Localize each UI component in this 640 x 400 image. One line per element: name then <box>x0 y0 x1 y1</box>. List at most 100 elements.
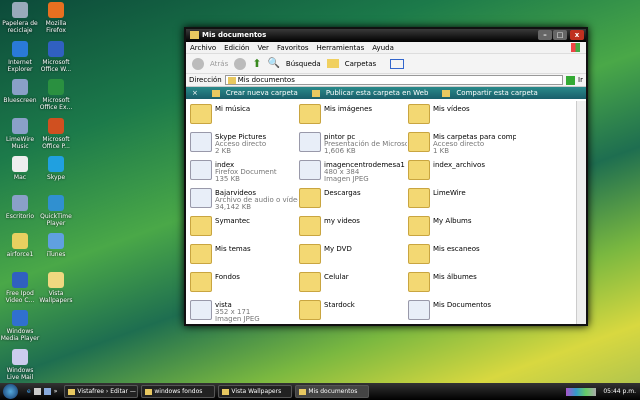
desktop-icon-item[interactable]: Microsoft Office W... <box>36 40 76 73</box>
windows-logo-icon <box>571 43 580 52</box>
desktop-icon-item[interactable]: Internet Explorer <box>0 40 40 73</box>
search-button[interactable]: Búsqueda <box>286 60 321 68</box>
back-icon[interactable] <box>192 57 204 70</box>
file-item[interactable]: Mi música <box>190 104 298 130</box>
file-item[interactable]: Symantec <box>190 216 298 242</box>
close-tasks-icon[interactable]: × <box>192 89 198 97</box>
back-button[interactable]: Atrás <box>210 60 228 68</box>
up-folder-icon[interactable]: ⬆ <box>252 57 261 70</box>
desktop-icon[interactable] <box>33 388 41 395</box>
desktop-icon-item[interactable]: Skype <box>36 156 76 181</box>
maximize-button[interactable]: □ <box>553 30 567 40</box>
desktop-icon-label: Microsoft Office W... <box>40 58 72 73</box>
views-icon[interactable] <box>390 58 405 69</box>
desktop-icon-item[interactable]: Papelera de reciclaje <box>0 2 40 34</box>
file-item[interactable]: LimeWire <box>408 188 516 214</box>
file-item[interactable]: Fondos <box>190 272 298 298</box>
desktop-icon-item[interactable]: Vista Wallpapers <box>36 271 76 304</box>
desktop-icon <box>12 310 28 326</box>
file-text: Mis vídeos <box>433 104 470 113</box>
desktop-icon-item[interactable]: Microsoft Office P... <box>36 117 76 150</box>
file-name: index_archivos <box>433 161 485 169</box>
task-label: Publicar esta carpeta en Web <box>325 89 429 97</box>
address-input[interactable]: Mis documentos <box>224 75 564 85</box>
desktop-icon <box>48 271 64 288</box>
file-item[interactable]: Stardock <box>299 300 407 326</box>
file-item[interactable]: Mis escaneos <box>408 244 516 270</box>
desktop-icon-label: Microsoft Office Ex... <box>39 97 73 111</box>
menu-item[interactable]: Herramientas <box>317 44 365 52</box>
desktop-icon-item[interactable]: Windows Live Mail <box>0 348 40 381</box>
file-item[interactable]: Mis Documentos <box>408 300 516 326</box>
desktop-icon-item[interactable]: iTunes <box>36 233 76 258</box>
file-item[interactable]: index_archivos <box>408 160 516 186</box>
file-item[interactable]: vista 352 x 171 Imagen JPEG <box>190 300 298 326</box>
desktop-icon-item[interactable]: airforce1 <box>0 233 40 258</box>
more-icon[interactable]: » <box>54 388 58 395</box>
menu-item[interactable]: Ver <box>258 44 269 52</box>
taskbar-button[interactable]: Mis documentos <box>295 385 370 398</box>
task-link[interactable]: Publicar esta carpeta en Web <box>311 89 429 97</box>
taskbar-button[interactable]: windows fondos <box>141 385 216 398</box>
file-text: Celular <box>324 272 349 281</box>
task-icon <box>311 89 320 97</box>
file-name: Celular <box>324 273 349 281</box>
file-item[interactable]: my videos <box>299 216 407 242</box>
clock[interactable]: 05:44 p.m. <box>603 388 636 395</box>
desktop-icon-item[interactable]: LimeWire Music <box>0 117 40 150</box>
go-icon[interactable] <box>566 75 576 85</box>
desktop-icon-item[interactable]: Escritorio <box>0 194 40 220</box>
task-bar: × Crear nueva carpeta Publicar esta carpet… <box>186 87 586 99</box>
task-icon <box>211 89 220 97</box>
file-text: vista 352 x 171 Imagen JPEG <box>215 300 260 323</box>
desktop-icon-item[interactable]: Microsoft Office Ex... <box>36 79 76 111</box>
file-icon <box>190 132 212 152</box>
file-item[interactable]: My Albums <box>408 216 516 242</box>
close-button[interactable]: x <box>570 30 584 40</box>
file-item[interactable]: pintor pcPresentación de Microsoft Offi.… <box>299 132 407 158</box>
title-bar[interactable]: Mis documentos – □ x <box>186 29 586 42</box>
switch-windows-icon[interactable] <box>43 388 51 395</box>
menu-item[interactable]: Favoritos <box>277 44 309 52</box>
vertical-scrollbar[interactable] <box>576 101 586 324</box>
menu-item[interactable]: Ayuda <box>372 44 394 52</box>
ie-icon[interactable]: e <box>27 388 31 395</box>
start-button[interactable] <box>3 384 18 399</box>
menu-item[interactable]: Edición <box>224 44 249 52</box>
file-text: Fondos <box>215 272 240 281</box>
file-item[interactable]: Mis temas <box>190 244 298 270</box>
desktop-icon-item[interactable]: Mozilla Firefox <box>36 2 76 34</box>
menu-item[interactable]: Archivo <box>190 44 216 52</box>
file-item[interactable]: Descargas <box>299 188 407 214</box>
file-size: 1 KB <box>433 147 450 155</box>
folder-icon <box>190 31 199 39</box>
file-item[interactable]: BajarvideosArchivo de audio o vídeo de W… <box>190 188 298 214</box>
file-item[interactable]: Mis vídeos <box>408 104 516 130</box>
taskbar-button[interactable]: Vistafree › Editar — W... <box>64 385 139 398</box>
forward-icon[interactable] <box>234 57 247 70</box>
desktop-icon <box>12 79 28 95</box>
go-button[interactable]: Ir <box>578 76 583 84</box>
task-label: Crear nueva carpeta <box>225 89 298 97</box>
tray-icons[interactable] <box>566 387 597 396</box>
file-item[interactable]: Mis álbumes <box>408 272 516 298</box>
desktop-icon-item[interactable]: Mac <box>0 156 40 181</box>
minimize-button[interactable]: – <box>538 30 552 40</box>
desktop-icon <box>12 233 28 249</box>
folders-button[interactable]: Carpetas <box>345 60 377 68</box>
desktop-icon-item[interactable]: Windows Media Player <box>0 310 40 342</box>
file-item[interactable]: Skype Pictures Acceso directo 2 KB <box>190 132 298 158</box>
file-item[interactable]: index Firefox Document 135 KB <box>190 160 298 186</box>
file-item[interactable]: My DVD <box>299 244 407 270</box>
file-item[interactable]: Celular <box>299 272 407 298</box>
task-link[interactable]: Compartir esta carpeta <box>442 89 538 97</box>
file-item[interactable]: Mis imágenes <box>299 104 407 130</box>
file-item[interactable]: Mis carpetas para compartirAcceso direct… <box>408 132 516 158</box>
taskbar-button[interactable]: Vista Wallpapers <box>218 385 293 398</box>
desktop-icon-item[interactable]: Free Ipod Video C... <box>0 271 40 304</box>
file-name: Mis Documentos <box>433 301 492 309</box>
file-item[interactable]: imagencentrodemesa1 480 x 384 Imagen JPEG <box>299 160 407 186</box>
desktop-icon-item[interactable]: QuickTime Player <box>36 194 76 227</box>
task-link[interactable]: Crear nueva carpeta <box>211 89 298 97</box>
desktop-icon-item[interactable]: Bluescreen <box>0 79 40 104</box>
